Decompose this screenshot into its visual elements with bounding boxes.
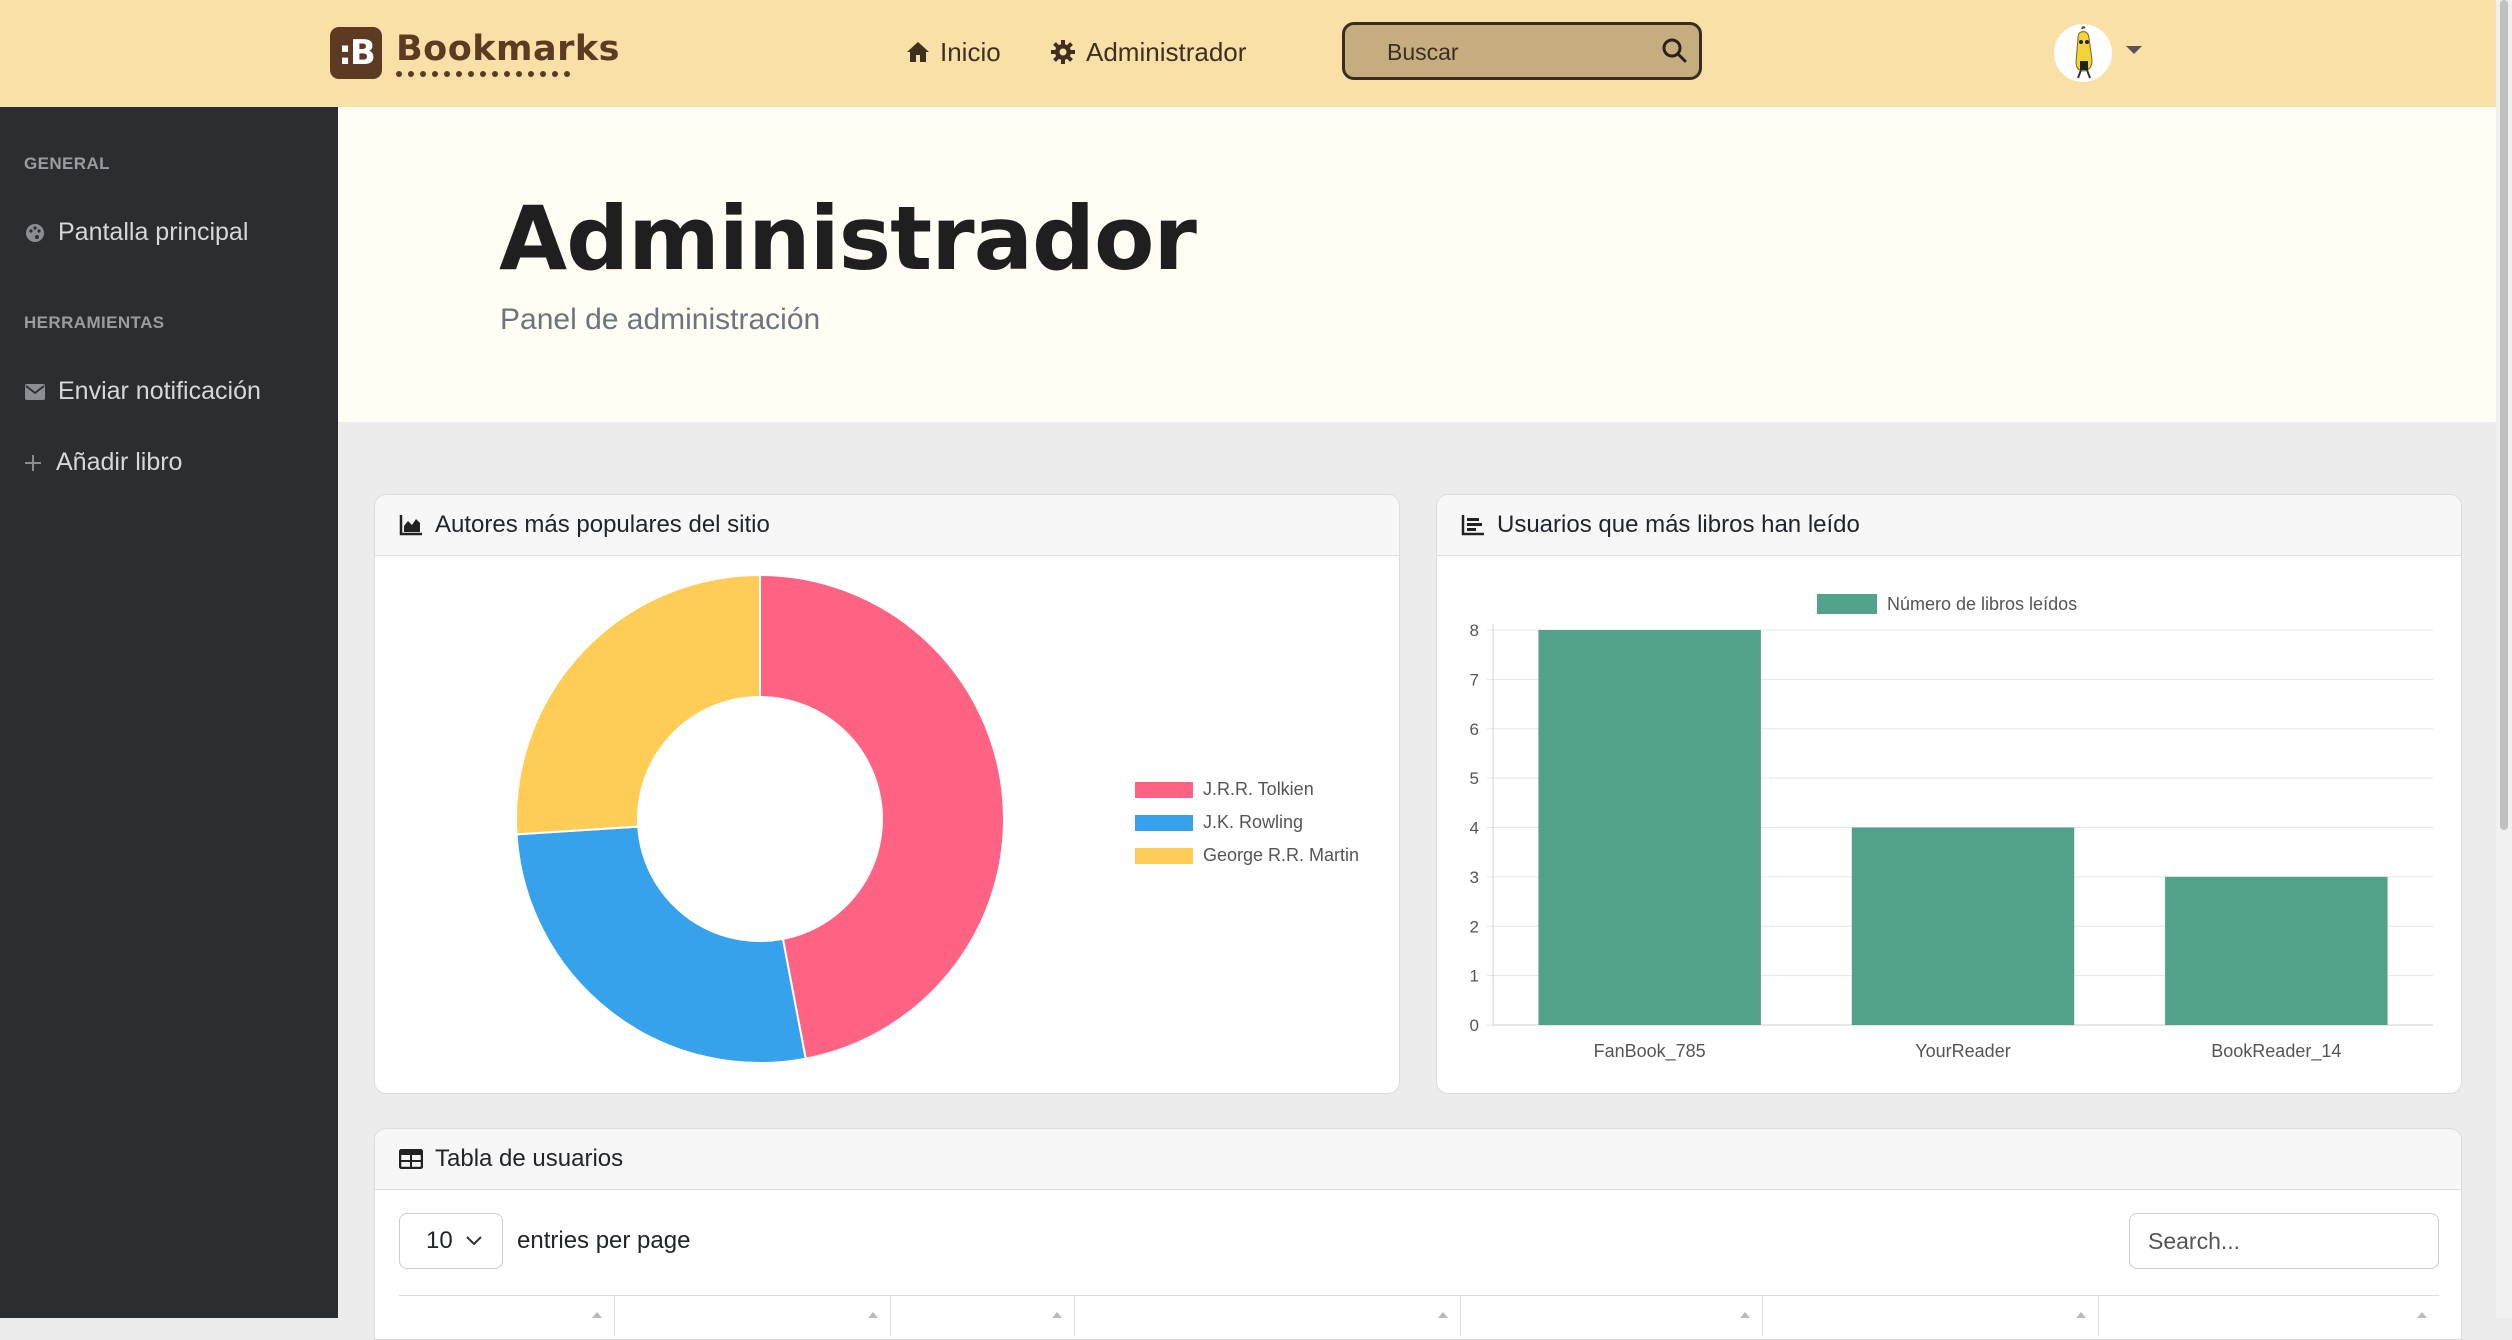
y-tick-label: 8 [1470, 621, 1479, 640]
donut-slice [759, 573, 1005, 1060]
y-tick-label: 6 [1470, 720, 1479, 739]
card-header: Tabla de usuarios [375, 1129, 2461, 1190]
legend-label: J.K. Rowling [1203, 812, 1303, 832]
authors-donut-chart: J.R.R. Tolkien J.K. Rowling George R.R. Ma… [515, 573, 1359, 1064]
column-header[interactable] [399, 1296, 615, 1336]
area-chart-icon [399, 515, 422, 536]
home-icon [907, 42, 929, 62]
legend-swatch [1135, 782, 1193, 798]
nav-home-link[interactable]: Inicio [906, 30, 1001, 74]
entries-per-page-select[interactable]: 10 [399, 1213, 503, 1269]
top-navbar: :B Bookmarks Inicio Administrador [0, 0, 2496, 107]
card-header: Usuarios que más libros han leído [1437, 495, 2461, 556]
entries-per-page-label: entries per page [517, 1227, 691, 1254]
y-tick-label: 0 [1470, 1016, 1479, 1035]
sidebar-item-anadir-libro[interactable]: Añadir libro [24, 448, 182, 477]
x-tick-label: BookReader_14 [2211, 1041, 2341, 1062]
legend-swatch [1135, 848, 1193, 864]
table-header-row [399, 1295, 2439, 1336]
y-tick-label: 1 [1470, 967, 1479, 986]
brand-logo[interactable]: :B Bookmarks [330, 27, 620, 79]
legend-label: George R.R. Martin [1203, 845, 1359, 865]
logo-dots [396, 71, 620, 77]
legend-label: Número de libros leídos [1887, 594, 2077, 614]
readers-bar-chart: 0 1 2 3 4 5 6 7 8 FanBook_785 YourReader BookReader… [1470, 594, 2433, 1062]
donut-slice [515, 825, 807, 1064]
column-header[interactable] [891, 1296, 1075, 1336]
y-tick-label: 3 [1470, 868, 1479, 887]
authors-chart-card: Autores más populares del sitio J.R.R. T… [374, 494, 1400, 1094]
envelope-icon [24, 383, 46, 400]
nav-admin-label: Administrador [1086, 36, 1247, 67]
users-table-card: Tabla de usuarios 10 entries per page [374, 1128, 2462, 1340]
bar [1538, 630, 1761, 1025]
readers-chart-card: Usuarios que más libros han leído 0 1 2 3 4 5… [1436, 494, 2462, 1094]
banana-avatar-icon [2075, 26, 2093, 79]
x-tick-label: FanBook_785 [1594, 1041, 1706, 1062]
chevron-down-icon [466, 1236, 482, 1246]
column-header[interactable] [615, 1296, 891, 1336]
page-header: Administrador Panel de administración [338, 107, 2496, 422]
avatar[interactable] [2054, 24, 2112, 82]
card-title: Usuarios que más libros han leído [1497, 511, 1860, 538]
card-header: Autores más populares del sitio [375, 495, 1399, 556]
sidebar-item-pantalla-principal[interactable]: Pantalla principal [24, 218, 248, 247]
y-tick-label: 7 [1470, 670, 1479, 689]
page-subtitle: Panel de administración [500, 303, 821, 336]
sidebar-heading-general: GENERAL [24, 154, 110, 173]
user-menu-caret-icon[interactable] [2126, 46, 2142, 54]
logo-mark: :B [330, 27, 382, 79]
column-header[interactable] [1075, 1296, 1461, 1336]
gear-icon [1051, 40, 1075, 64]
sidebar-item-label: Pantalla principal [58, 218, 249, 246]
card-title: Tabla de usuarios [435, 1145, 624, 1172]
y-tick-label: 4 [1470, 819, 1479, 838]
sidebar-item-enviar-notificacion[interactable]: Enviar notificación [24, 377, 261, 406]
legend-swatch [1817, 594, 1877, 614]
sidebar-heading-herramientas: HERRAMIENTAS [24, 313, 165, 332]
nav-admin-link[interactable]: Administrador [1050, 30, 1246, 74]
palette-icon [24, 223, 46, 243]
sidebar-item-label: Enviar notificación [58, 377, 261, 405]
search-input[interactable] [1385, 25, 1649, 79]
search-icon[interactable] [1661, 37, 1687, 63]
legend-swatch [1135, 815, 1193, 831]
y-tick-label: 2 [1470, 917, 1479, 936]
nav-home-label: Inicio [940, 36, 1001, 67]
y-tick-label: 5 [1470, 769, 1479, 788]
column-header[interactable] [1763, 1296, 2099, 1336]
plus-icon [24, 454, 42, 472]
entries-value: 10 [426, 1227, 453, 1254]
search-box [1342, 22, 1702, 80]
table-icon [399, 1149, 423, 1169]
column-header[interactable] [2099, 1296, 2439, 1336]
bar-chart-icon [1461, 515, 1484, 536]
sidebar-item-label: Añadir libro [56, 448, 183, 476]
column-header[interactable] [1461, 1296, 1763, 1336]
donut-slice [515, 573, 761, 836]
legend-label: J.R.R. Tolkien [1203, 779, 1314, 799]
page-scrollbar-thumb[interactable] [2500, 0, 2508, 830]
brand-name: Bookmarks [396, 29, 621, 69]
sidebar: GENERAL Pantalla principal HERRAMIENTAS … [0, 107, 338, 1318]
card-title: Autores más populares del sitio [435, 511, 770, 538]
bar [1851, 827, 2075, 1025]
bar [2165, 876, 2388, 1025]
table-search-input[interactable] [2129, 1213, 2439, 1269]
page-title: Administrador [499, 187, 1197, 290]
x-tick-label: YourReader [1915, 1041, 2010, 1061]
